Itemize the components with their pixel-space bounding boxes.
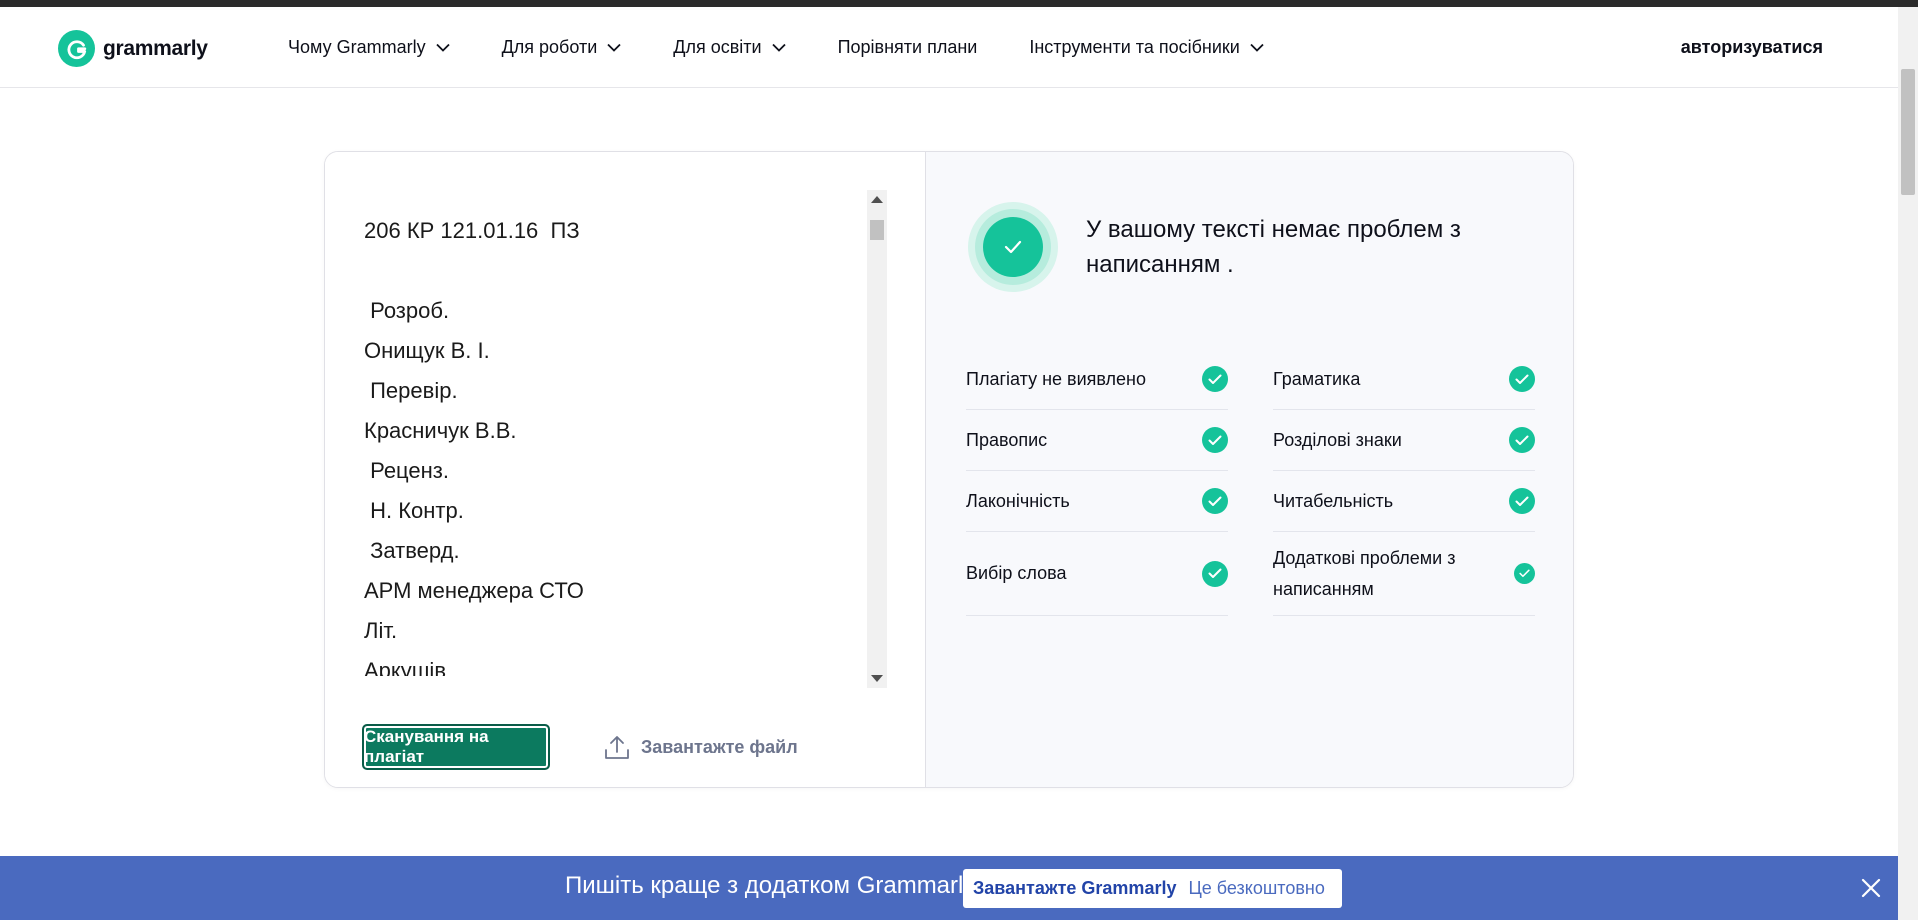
nav-item-label: Порівняти плани — [837, 37, 978, 57]
editor-line: Аркушів — [364, 658, 447, 676]
nav-item-compare-plans[interactable]: Порівняти плани — [838, 37, 978, 58]
check-label: Правопис — [966, 429, 1048, 450]
site-header: grammarly Чому Grammarly Для роботи Для … — [0, 7, 1898, 88]
banner-text: Пишіть краще з додатком Grammarly. — [565, 872, 981, 899]
check-label: Розділові знаки — [1273, 429, 1402, 450]
editor-line: Літ. — [364, 618, 398, 643]
check-item-readability: Читабельність — [1273, 471, 1535, 532]
editor-line: Красничук В.В. — [364, 418, 517, 443]
window-top-strip — [0, 0, 1918, 7]
upload-label: Завантажте файл — [641, 736, 798, 757]
editor-pane: 206 КР 121.01.16 ПЗ Розроб. Онищук В. І.… — [325, 152, 925, 787]
upload-file-button[interactable]: Завантажте файл — [603, 733, 798, 761]
check-circle-icon — [1509, 427, 1535, 453]
check-item-spelling: Правопис — [966, 410, 1228, 471]
check-item-punctuation: Розділові знаки — [1273, 410, 1535, 471]
login-link[interactable]: авторизуватися — [1681, 7, 1823, 88]
editor-line: 206 КР 121.01.16 ПЗ — [364, 218, 580, 243]
badge-core — [983, 217, 1043, 277]
check-circle-icon — [1202, 560, 1228, 587]
chevron-down-icon — [607, 43, 621, 52]
result-summary: У вашому тексті немає проблем з написанн… — [1086, 216, 1461, 278]
nav-item-label: Чому Grammarly — [288, 37, 426, 57]
check-circle-icon — [1514, 563, 1535, 584]
check-label: Читабельність — [1273, 490, 1394, 511]
check-circle-icon — [1202, 366, 1228, 392]
checker-card: 206 КР 121.01.16 ПЗ Розроб. Онищук В. І.… — [324, 151, 1574, 788]
banner-button-sublabel: Це безкоштовно — [1188, 878, 1325, 898]
check-item-additional-issues: Додаткові проблеми з написанням — [1273, 532, 1535, 616]
scroll-up-arrow-icon[interactable] — [871, 196, 883, 203]
upload-icon — [605, 736, 629, 759]
text-editor[interactable]: 206 КР 121.01.16 ПЗ Розроб. Онищук В. І.… — [364, 206, 864, 676]
banner-button-label: Завантажте Grammarly — [973, 878, 1177, 898]
editor-scrollbar[interactable] — [867, 190, 887, 688]
editor-line: Затверд. — [364, 538, 460, 563]
scan-plagiarism-button[interactable]: Сканування на плагіат — [362, 724, 550, 770]
nav-item-for-education[interactable]: Для освіти — [673, 37, 786, 58]
chevron-down-icon — [435, 43, 450, 52]
download-grammarly-button[interactable]: Завантажте Grammarly Це безкоштовно — [963, 869, 1342, 908]
close-icon[interactable] — [1859, 876, 1883, 900]
promo-banner: Пишіть краще з додатком Grammarly. Заван… — [0, 856, 1898, 920]
editor-line: Розроб. — [364, 298, 450, 323]
nav-item-label: Інструменти та посібники — [1029, 37, 1240, 57]
grammarly-g-icon — [58, 30, 95, 67]
check-label: Вибір слова — [966, 563, 1067, 583]
badge-ring — [975, 209, 1051, 285]
page-scrollbar[interactable] — [1898, 7, 1918, 920]
check-circle-icon — [1509, 488, 1535, 514]
editor-scrollbar-thumb[interactable] — [870, 220, 884, 240]
editor-line: Реценз. — [364, 458, 449, 483]
main-nav: Чому Grammarly Для роботи Для освіти Пор… — [288, 7, 1316, 88]
results-pane: У вашому тексті немає проблем з написанн… — [925, 152, 1573, 787]
grammarly-logo[interactable]: grammarly — [58, 30, 208, 67]
nav-item-tools-guides[interactable]: Інструменти та посібники — [1029, 37, 1264, 58]
check-item-grammar: Граматика — [1273, 349, 1535, 410]
nav-item-why-grammarly[interactable]: Чому Grammarly — [288, 37, 450, 58]
check-circle-icon — [1202, 488, 1228, 514]
checks-grid: Плагіату не виявлено Правопис Лаконічніс… — [966, 349, 1536, 616]
check-item-plagiarism: Плагіату не виявлено — [966, 349, 1228, 410]
nav-item-for-work[interactable]: Для роботи — [502, 37, 622, 58]
chevron-down-icon — [771, 43, 786, 52]
editor-line: Н. Контр. — [364, 498, 464, 523]
check-label: Плагіату не виявлено — [966, 368, 1147, 389]
check-item-conciseness: Лаконічність — [966, 471, 1228, 532]
check-label: Граматика — [1273, 368, 1361, 389]
chevron-down-icon — [1250, 43, 1264, 52]
check-circle-icon — [1509, 366, 1535, 392]
scroll-down-arrow-icon[interactable] — [871, 675, 883, 682]
check-circle-icon — [1202, 427, 1228, 453]
editor-line: Онищук В. І. — [364, 338, 490, 363]
editor-line: АРМ менеджера СТО — [364, 578, 584, 603]
nav-item-label: Для освіти — [673, 37, 762, 57]
check-item-word-choice: Вибір слова — [966, 532, 1228, 616]
logo-wordmark: grammarly — [103, 36, 208, 60]
check-label: Додаткові проблеми з написанням — [1273, 547, 1456, 599]
nav-item-label: Для роботи — [501, 37, 598, 57]
page-scrollbar-thumb[interactable] — [1901, 69, 1915, 195]
check-circle-icon — [968, 202, 1058, 292]
editor-line: Перевір. — [364, 378, 458, 403]
check-label: Лаконічність — [966, 490, 1070, 511]
